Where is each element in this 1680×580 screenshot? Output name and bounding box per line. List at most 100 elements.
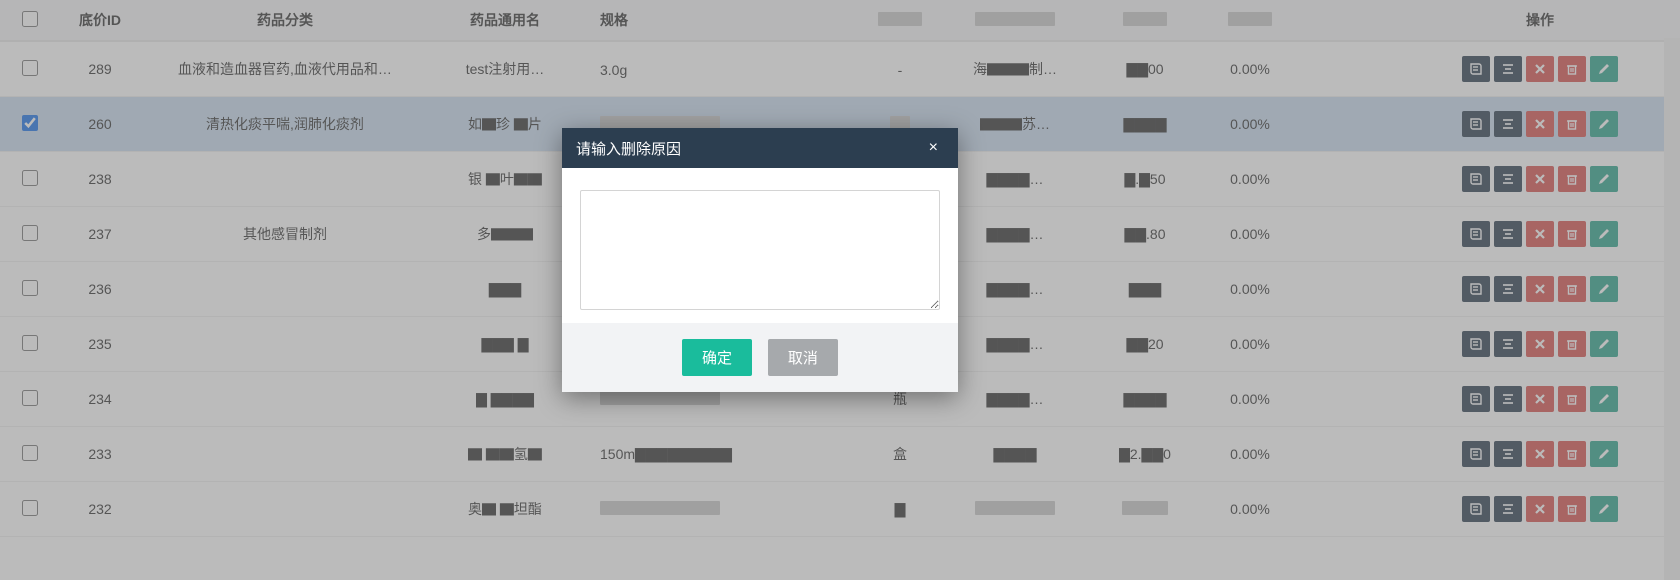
- pencil-icon: [1597, 392, 1611, 406]
- cell-ops: [1400, 41, 1680, 97]
- detail-button[interactable]: [1494, 496, 1522, 522]
- cell-category: [140, 372, 430, 427]
- book-icon: [1469, 447, 1483, 461]
- reject-button[interactable]: [1526, 386, 1554, 412]
- row-checkbox[interactable]: [22, 390, 38, 406]
- edit-button[interactable]: [1590, 386, 1618, 412]
- edit-button[interactable]: [1590, 331, 1618, 357]
- view-button[interactable]: [1462, 276, 1490, 302]
- detail-button[interactable]: [1494, 111, 1522, 137]
- book-icon: [1469, 337, 1483, 351]
- row-checkbox[interactable]: [22, 500, 38, 516]
- pencil-icon: [1597, 172, 1611, 186]
- edit-button[interactable]: [1590, 496, 1618, 522]
- edit-button[interactable]: [1590, 56, 1618, 82]
- cell-generic: 银 ▇叶▇▇: [430, 152, 580, 207]
- confirm-button[interactable]: 确定: [682, 339, 752, 376]
- vertical-scrollbar[interactable]: [1664, 38, 1680, 580]
- x-icon: [1533, 62, 1547, 76]
- row-actions: [1462, 386, 1618, 412]
- reject-button[interactable]: [1526, 221, 1554, 247]
- cell-pct: 0.00%: [1200, 207, 1300, 262]
- view-button[interactable]: [1462, 56, 1490, 82]
- delete-button[interactable]: [1558, 221, 1586, 247]
- edit-button[interactable]: [1590, 111, 1618, 137]
- view-button[interactable]: [1462, 496, 1490, 522]
- cell-category: [140, 262, 430, 317]
- row-checkbox[interactable]: [22, 225, 38, 241]
- edit-button[interactable]: [1590, 221, 1618, 247]
- col-unit: [860, 0, 940, 41]
- reject-button[interactable]: [1526, 56, 1554, 82]
- detail-button[interactable]: [1494, 56, 1522, 82]
- delete-button[interactable]: [1558, 441, 1586, 467]
- cell-extra: [1300, 97, 1400, 152]
- align-icon: [1501, 502, 1515, 516]
- view-button[interactable]: [1462, 331, 1490, 357]
- cell-id: 289: [60, 41, 140, 97]
- align-icon: [1501, 337, 1515, 351]
- cell-extra: [1300, 317, 1400, 372]
- row-actions: [1462, 166, 1618, 192]
- reject-button[interactable]: [1526, 496, 1554, 522]
- delete-reason-input[interactable]: [580, 190, 940, 310]
- cell-id: 232: [60, 482, 140, 537]
- row-checkbox[interactable]: [22, 170, 38, 186]
- delete-button[interactable]: [1558, 496, 1586, 522]
- cancel-button[interactable]: 取消: [768, 339, 838, 376]
- row-checkbox[interactable]: [22, 60, 38, 76]
- cell-generic: 如▇珍 ▇片: [430, 97, 580, 152]
- reject-button[interactable]: [1526, 441, 1554, 467]
- detail-button[interactable]: [1494, 276, 1522, 302]
- delete-button[interactable]: [1558, 386, 1586, 412]
- cell-extra: [1300, 427, 1400, 482]
- cell-manu: ▇▇▇▇…: [940, 262, 1090, 317]
- edit-button[interactable]: [1590, 166, 1618, 192]
- view-button[interactable]: [1462, 221, 1490, 247]
- reject-button[interactable]: [1526, 111, 1554, 137]
- view-button[interactable]: [1462, 111, 1490, 137]
- view-button[interactable]: [1462, 386, 1490, 412]
- row-checkbox[interactable]: [22, 335, 38, 351]
- edit-button[interactable]: [1590, 441, 1618, 467]
- detail-button[interactable]: [1494, 166, 1522, 192]
- book-icon: [1469, 62, 1483, 76]
- view-button[interactable]: [1462, 166, 1490, 192]
- cell-price: [1090, 482, 1200, 537]
- table-row[interactable]: 232奥▇ ▇坦酯▇0.00%: [0, 482, 1680, 537]
- cell-spec: [580, 482, 860, 537]
- reject-button[interactable]: [1526, 276, 1554, 302]
- x-icon: [1533, 502, 1547, 516]
- cell-ops: [1400, 482, 1680, 537]
- view-button[interactable]: [1462, 441, 1490, 467]
- reject-button[interactable]: [1526, 166, 1554, 192]
- row-checkbox[interactable]: [22, 280, 38, 296]
- delete-button[interactable]: [1558, 166, 1586, 192]
- detail-button[interactable]: [1494, 441, 1522, 467]
- row-checkbox[interactable]: [22, 445, 38, 461]
- delete-button[interactable]: [1558, 111, 1586, 137]
- edit-button[interactable]: [1590, 276, 1618, 302]
- table-row[interactable]: 233▇ ▇▇氢▇150m▇▇▇▇▇▇▇▇▇盒▇▇▇▇▇2.▇▇00.00%: [0, 427, 1680, 482]
- pencil-icon: [1597, 117, 1611, 131]
- reject-button[interactable]: [1526, 331, 1554, 357]
- trash-icon: [1565, 227, 1579, 241]
- trash-icon: [1565, 337, 1579, 351]
- row-actions: [1462, 276, 1618, 302]
- row-actions: [1462, 111, 1618, 137]
- detail-button[interactable]: [1494, 386, 1522, 412]
- table-row[interactable]: 289血液和造血器官药,血液代用品和…test注射用…3.0g-海▇▇▇制…▇▇…: [0, 41, 1680, 97]
- close-button[interactable]: ×: [923, 137, 944, 159]
- detail-button[interactable]: [1494, 331, 1522, 357]
- row-checkbox[interactable]: [22, 115, 38, 131]
- cell-manu: ▇▇▇▇…: [940, 152, 1090, 207]
- delete-button[interactable]: [1558, 331, 1586, 357]
- cell-id: 238: [60, 152, 140, 207]
- x-icon: [1533, 227, 1547, 241]
- detail-button[interactable]: [1494, 221, 1522, 247]
- delete-button[interactable]: [1558, 56, 1586, 82]
- cell-generic: ▇ ▇▇氢▇: [430, 427, 580, 482]
- delete-button[interactable]: [1558, 276, 1586, 302]
- select-all-checkbox[interactable]: [22, 11, 38, 27]
- trash-icon: [1565, 62, 1579, 76]
